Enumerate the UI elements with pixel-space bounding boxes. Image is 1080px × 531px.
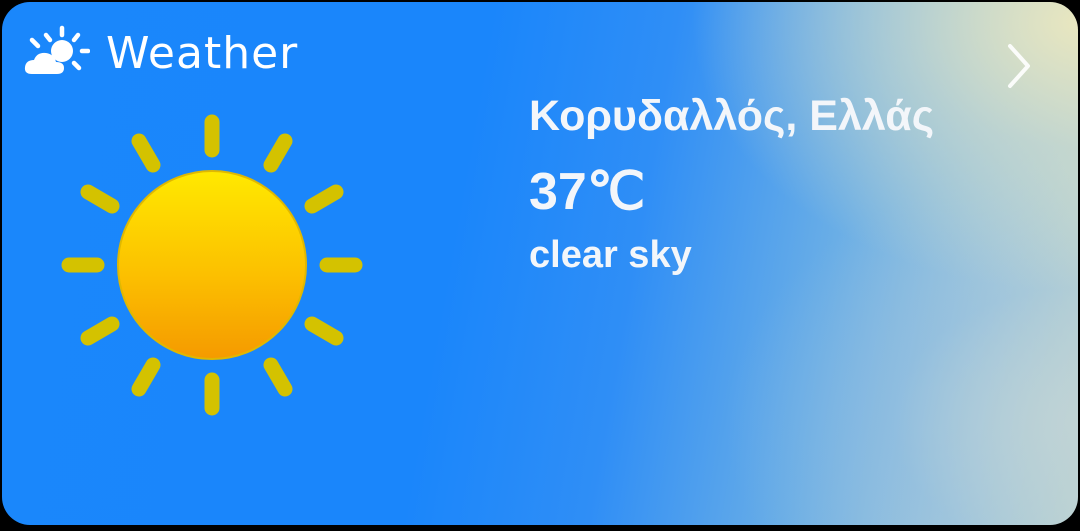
widget-header: Weather: [24, 24, 298, 84]
temperature-value: 37℃: [529, 163, 646, 221]
partly-sunny-icon: [24, 24, 91, 84]
sun-icon: [57, 110, 367, 420]
chevron-right-icon[interactable]: [1002, 42, 1038, 90]
weather-description: clear sky: [529, 234, 692, 276]
weather-widget[interactable]: Weather Κορυδαλλός, Ελλάς 37℃ clear sky: [2, 2, 1078, 525]
location-label: Κορυδαλλός, Ελλάς: [529, 92, 935, 140]
app-title: Weather: [106, 28, 299, 79]
weather-info: Κορυδαλλός, Ελλάς 37℃ clear sky: [529, 84, 934, 282]
